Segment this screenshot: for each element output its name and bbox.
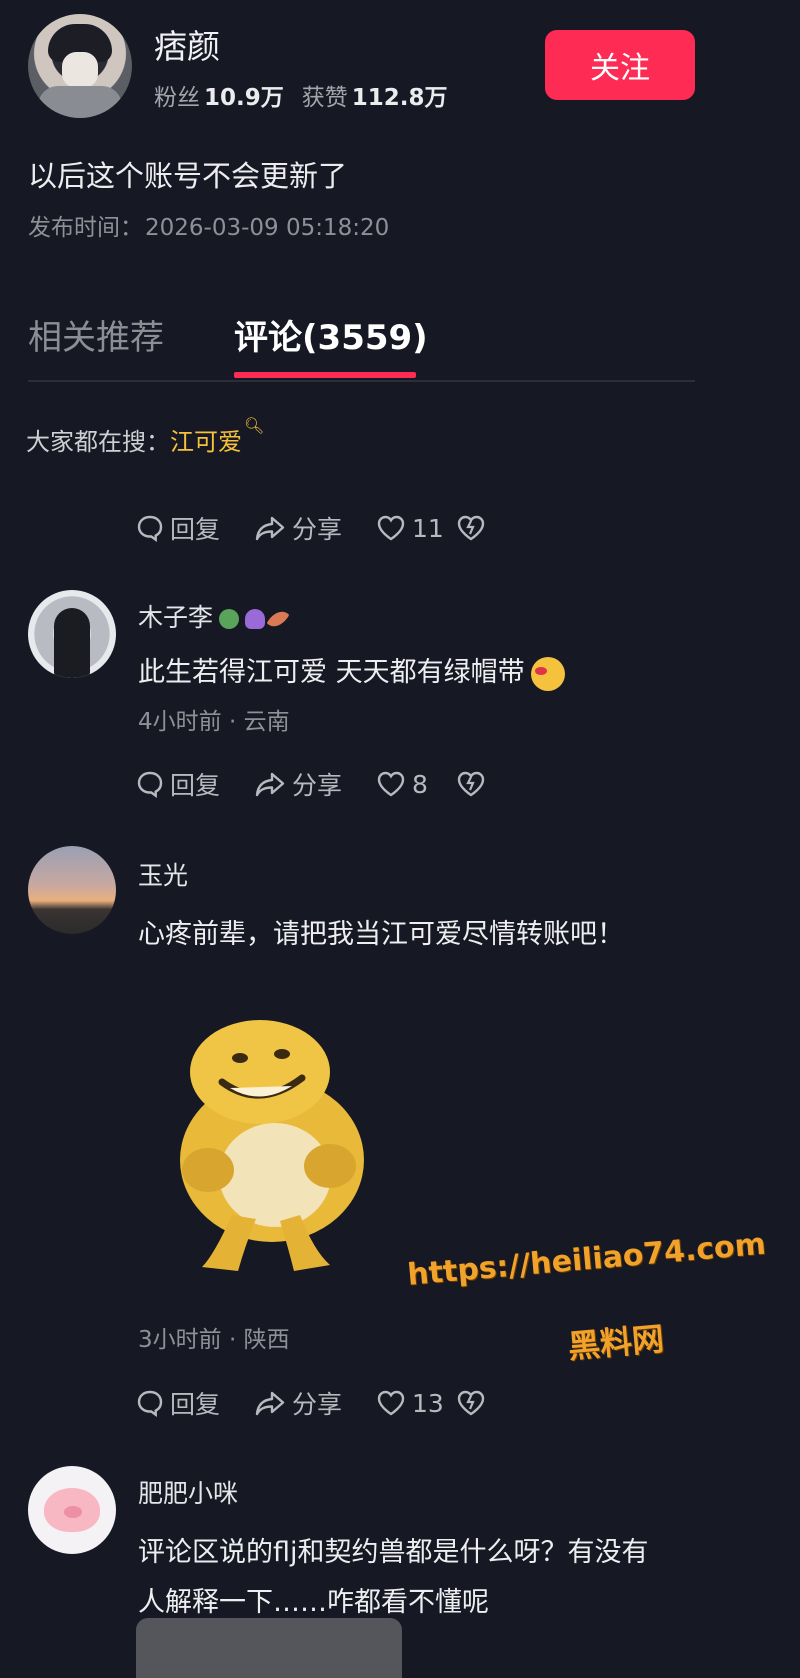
comment-actions: 回复 分享 11 xyxy=(136,508,486,548)
post-publish-time: 发布时间：2026-03-09 05:18:20 xyxy=(28,208,389,242)
tab-related-recommendations[interactable]: 相关推荐 xyxy=(28,310,164,359)
post-time-value: 2026-03-09 05:18:20 xyxy=(145,215,390,241)
search-suggestion-term[interactable]: 江可爱 xyxy=(170,428,242,456)
commenter-avatar[interactable] xyxy=(28,590,116,678)
avatar-face xyxy=(62,52,98,88)
pig-avatar-snout xyxy=(64,1506,82,1518)
author-name[interactable]: 痞颜 xyxy=(154,20,220,68)
search-suggestion-label: 大家都在搜： xyxy=(26,428,170,456)
share-button[interactable]: 分享 xyxy=(254,510,376,546)
comment-text-line-1: 评论区说的flj和契约兽都是什么呀？有没有 xyxy=(138,1537,649,1568)
commenter-name-text: 木子李 xyxy=(138,603,214,632)
reply-label: 回复 xyxy=(170,515,221,544)
tab-comments[interactable]: 评论(3559) xyxy=(234,310,428,359)
commenter-name[interactable]: 木子李 xyxy=(138,598,290,634)
reply-bubble-icon xyxy=(137,1390,163,1417)
reply-label: 回复 xyxy=(170,771,221,800)
share-arrow-icon xyxy=(255,516,285,541)
broken-heart-icon xyxy=(457,515,485,541)
dislike-button[interactable] xyxy=(456,1389,486,1417)
heart-icon xyxy=(377,515,405,541)
avatar-silhouette xyxy=(54,608,90,678)
like-button[interactable]: 11 xyxy=(376,514,456,543)
commenter-avatar[interactable] xyxy=(28,1466,116,1554)
broken-heart-icon xyxy=(457,1390,485,1416)
like-count: 13 xyxy=(412,1388,444,1418)
badge-icon xyxy=(219,609,240,629)
share-button[interactable]: 分享 xyxy=(254,1385,376,1421)
search-suggestion: 大家都在搜：江可爱🔍︎ xyxy=(26,416,264,457)
post-time-label: 发布时间： xyxy=(28,215,143,241)
share-arrow-icon xyxy=(255,772,285,797)
reply-bubble-icon xyxy=(137,515,163,542)
comment-text: 此生若得江可爱 天天都有绿帽带 xyxy=(138,650,565,691)
watermark-url: https://heiliao74.com xyxy=(406,1226,768,1293)
search-icon[interactable]: 🔍︎ xyxy=(244,416,264,435)
follow-button[interactable]: 关注 xyxy=(545,30,695,100)
share-label: 分享 xyxy=(292,515,343,544)
author-avatar[interactable] xyxy=(28,14,132,118)
reply-label: 回复 xyxy=(170,1390,221,1419)
comment-actions: 回复 分享 13 xyxy=(136,1383,486,1423)
avatar-body xyxy=(38,86,122,118)
dislike-button[interactable] xyxy=(456,514,486,542)
reply-bubble-icon xyxy=(137,771,163,798)
reply-button[interactable]: 回复 xyxy=(136,1385,254,1421)
share-arrow-icon xyxy=(255,1391,285,1416)
post-text: 以后这个账号不会更新了 xyxy=(28,159,348,193)
comment-image-thumbnail[interactable] xyxy=(136,1618,402,1678)
reply-button[interactable]: 回复 xyxy=(136,766,254,802)
like-button[interactable]: 13 xyxy=(376,1389,456,1418)
comment-text: 心疼前辈，请把我当江可爱尽情转账吧！ xyxy=(138,919,624,950)
laughing-monster-sticker[interactable] xyxy=(160,1010,380,1280)
commenter-name[interactable]: 肥肥小咪 xyxy=(138,1474,238,1510)
comment-text-content: 此生若得江可爱 天天都有绿帽带 xyxy=(138,657,525,688)
commenter-avatar[interactable] xyxy=(28,846,116,934)
badge-icon xyxy=(266,606,290,632)
comment-actions: 回复 分享 8 xyxy=(136,764,486,804)
likes-count: 112.8万 xyxy=(351,85,448,111)
tabs-divider xyxy=(28,380,695,382)
share-label: 分享 xyxy=(292,771,343,800)
share-label: 分享 xyxy=(292,1390,343,1419)
watermark-site-name: 黑料网 xyxy=(566,1319,666,1366)
followers-label: 粉丝 xyxy=(154,85,200,111)
likes-label: 获赞 xyxy=(301,85,348,111)
kiss-emoji-icon xyxy=(530,656,565,691)
author-stats: 粉丝 10.9万 获赞 112.8万 xyxy=(154,78,466,112)
share-button[interactable]: 分享 xyxy=(254,766,376,802)
commenter-name[interactable]: 玉光 xyxy=(138,856,188,892)
active-tab-indicator xyxy=(234,372,416,378)
like-count: 8 xyxy=(412,769,428,799)
followers-count: 10.9万 xyxy=(204,85,284,111)
like-button[interactable]: 8 xyxy=(376,770,456,799)
heart-icon xyxy=(377,771,405,797)
broken-heart-icon xyxy=(457,771,485,797)
like-count: 11 xyxy=(412,513,444,543)
heart-icon xyxy=(377,1390,405,1416)
reply-button[interactable]: 回复 xyxy=(136,510,254,546)
comment-meta: 4小时前 · 云南 xyxy=(138,709,290,735)
comment-text-line-2: 人解释一下……咋都看不懂呢 xyxy=(138,1587,489,1618)
badge-icon xyxy=(245,609,266,629)
dislike-button[interactable] xyxy=(456,770,486,798)
comment-meta: 3小时前 · 陕西 xyxy=(138,1327,290,1353)
